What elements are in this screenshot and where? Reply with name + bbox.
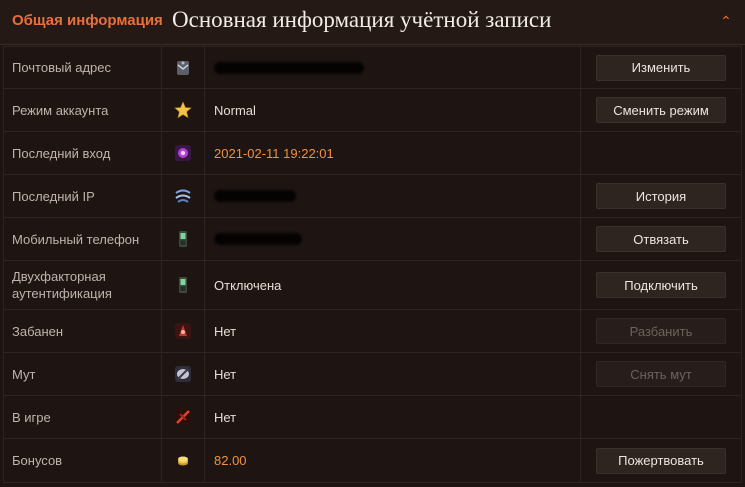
row-value-last-login: 2021-02-11 19:22:01 [205, 132, 581, 174]
row-value-in-game: Нет [205, 396, 581, 438]
row-label-in-game: В игре [4, 396, 162, 438]
unban-button[interactable]: Разбанить [596, 318, 726, 344]
table-row: Последний вход 2021-02-11 19:22:01 [4, 132, 741, 175]
enable-two-factor-button[interactable]: Подключить [596, 272, 726, 298]
row-label-mute: Мут [4, 353, 162, 395]
table-row: Забанен Нет Разбанить [4, 310, 741, 353]
row-label-last-ip: Последний IP [4, 175, 162, 217]
unlink-phone-button[interactable]: Отвязать [596, 226, 726, 252]
phone-icon [174, 230, 192, 248]
row-value-account-mode: Normal [205, 89, 581, 131]
row-value-phone [205, 218, 581, 260]
page-title: Основная информация учётной записи [172, 7, 552, 32]
account-info-panel: Общая информация Основная информация учё… [0, 0, 745, 487]
ban-icon [174, 322, 192, 340]
redacted-email [214, 61, 364, 74]
login-icon [174, 144, 192, 162]
redacted-phone [214, 233, 302, 245]
collapse-chevron-icon[interactable]: ⌃ [717, 12, 735, 30]
change-mode-button[interactable]: Сменить режим [596, 97, 726, 123]
row-label-bonuses: Бонусов [4, 439, 162, 482]
table-row: Последний IP История [4, 175, 741, 218]
row-label-account-mode: Режим аккаунта [4, 89, 162, 131]
row-label-two-factor: Двухфакторная аутентификация [4, 261, 162, 309]
redacted-ip [214, 190, 296, 202]
table-row: Режим аккаунта Normal Сменить режим [4, 89, 741, 132]
mail-icon [174, 59, 192, 77]
change-email-button[interactable]: Изменить [596, 54, 726, 81]
row-label-banned: Забанен [4, 310, 162, 352]
table-row: Двухфакторная аутентификация Отключена П… [4, 261, 741, 310]
table-row: Мут Нет Снять мут [4, 353, 741, 396]
row-value-email [205, 47, 581, 88]
row-label-last-login: Последний вход [4, 132, 162, 174]
row-label-phone: Мобильный телефон [4, 218, 162, 260]
table-row: Бонусов 82.00 Пожертвовать [4, 439, 741, 483]
two-factor-phone-icon [174, 276, 192, 294]
network-icon [174, 187, 192, 205]
ip-history-button[interactable]: История [596, 183, 726, 209]
unmute-button[interactable]: Снять мут [596, 361, 726, 387]
row-value-banned: Нет [205, 310, 581, 352]
star-icon [174, 101, 192, 119]
panel-header: Общая информация Основная информация учё… [0, 0, 745, 45]
table-row: Почтовый адрес Изменить [4, 47, 741, 89]
row-value-last-ip [205, 175, 581, 217]
section-tab-title[interactable]: Общая информация [12, 12, 163, 29]
account-info-table: Почтовый адрес Изменить Режим аккаунта N… [3, 46, 742, 483]
donate-button[interactable]: Пожертвовать [596, 447, 726, 474]
table-row: В игре Нет [4, 396, 741, 439]
row-value-mute: Нет [205, 353, 581, 395]
coins-icon [174, 452, 192, 470]
mute-icon [174, 365, 192, 383]
row-label-email: Почтовый адрес [4, 47, 162, 88]
row-value-bonuses: 82.00 [205, 439, 581, 482]
table-row: Мобильный телефон Отвязать [4, 218, 741, 261]
row-value-two-factor: Отключена [205, 261, 581, 309]
in-game-icon [174, 408, 192, 426]
